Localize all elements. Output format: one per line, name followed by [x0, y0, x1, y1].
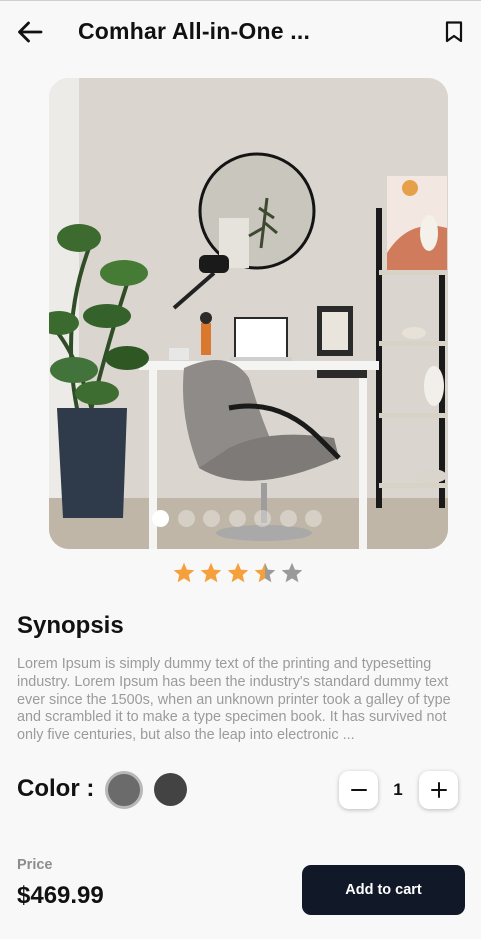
- carousel-dot[interactable]: [228, 510, 246, 527]
- page-title: Comhar All-in-One ...: [78, 18, 311, 44]
- carousel-dot[interactable]: [203, 510, 220, 527]
- star-icon: [200, 562, 222, 583]
- bookmark-button[interactable]: [440, 18, 468, 46]
- top-divider: [0, 0, 481, 1]
- product-photo: [49, 78, 448, 549]
- price-value: $469.99: [17, 882, 104, 909]
- star-icon: [281, 562, 303, 583]
- carousel-dot[interactable]: [152, 510, 169, 527]
- carousel-indicator: [152, 510, 322, 528]
- decrease-quantity-button[interactable]: [339, 771, 378, 809]
- star-icon: [254, 562, 276, 583]
- synopsis-text: Lorem Ipsum is simply dummy text of the …: [17, 656, 451, 744]
- bookmark-icon: [445, 21, 463, 43]
- product-image-carousel[interactable]: [49, 78, 448, 549]
- arrow-left-icon: [18, 21, 43, 43]
- star-icon: [173, 562, 195, 583]
- quantity-value: 1: [393, 780, 403, 799]
- carousel-dot[interactable]: [305, 510, 322, 527]
- carousel-dot[interactable]: [177, 510, 195, 527]
- app-header: Comhar All-in-One ...: [0, 14, 481, 50]
- star-rating: [172, 561, 304, 585]
- minus-icon: [350, 789, 367, 791]
- carousel-dot[interactable]: [254, 510, 271, 527]
- synopsis-heading: Synopsis: [17, 612, 124, 639]
- back-button[interactable]: [14, 16, 46, 48]
- star-icon: [227, 562, 249, 583]
- color-label: Color :: [17, 775, 95, 802]
- carousel-dot[interactable]: [279, 510, 297, 527]
- color-swatch-gray[interactable]: [105, 771, 143, 809]
- color-swatch-dark[interactable]: [154, 773, 187, 806]
- plus-icon: [430, 782, 447, 798]
- add-to-cart-button[interactable]: Add to cart: [302, 865, 465, 915]
- increase-quantity-button[interactable]: [419, 771, 458, 809]
- price-label: Price: [17, 857, 53, 873]
